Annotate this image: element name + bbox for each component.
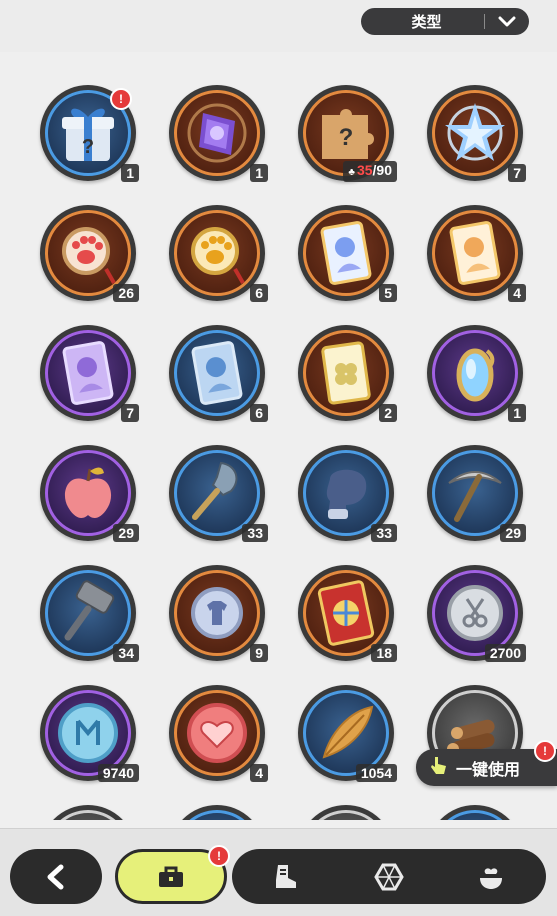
item-slot[interactable]	[169, 805, 265, 820]
item-count: 7	[121, 404, 139, 422]
item-count: 1	[508, 404, 526, 422]
item-slot[interactable]: 9740	[40, 685, 139, 782]
item-count: 1054	[355, 764, 397, 782]
quick-use-label: 一键使用	[456, 761, 521, 779]
hammer-icon	[64, 580, 115, 641]
item-count: ♣ 35/90	[343, 161, 397, 182]
rune-coin-icon	[58, 703, 118, 763]
item-count: 26	[113, 284, 139, 302]
svg-text:?: ?	[339, 124, 354, 151]
clover-ticket-icon	[321, 341, 371, 405]
chevron-down-icon	[485, 16, 529, 28]
item-count: 34	[113, 644, 139, 662]
inventory-grid: ? 1 ! 1 ? ♣ 35/90 7 26 6 5 4 7 6 2 1 29 …	[0, 52, 557, 820]
item-count: 29	[500, 524, 526, 542]
scissor-coin-icon	[447, 585, 503, 641]
item-slot[interactable]: 18	[298, 565, 397, 662]
item-slot[interactable]: 1	[169, 85, 268, 182]
heart-coin-icon	[187, 703, 247, 763]
item-slot[interactable]: 33	[298, 445, 397, 542]
item-count: 7	[508, 164, 526, 182]
item-count: 18	[371, 644, 397, 662]
item-count: 5	[379, 284, 397, 302]
tab-gems[interactable]	[356, 849, 422, 904]
item-count: 9740	[97, 764, 139, 782]
boxing-glove-icon	[326, 469, 367, 519]
character-card-icon	[191, 341, 243, 405]
item-slot[interactable]: 4	[169, 685, 268, 782]
tap-hand-icon	[428, 754, 450, 781]
item-slot[interactable]: 26	[40, 205, 139, 302]
gold-paw-charm-icon	[191, 227, 245, 284]
character-card-icon	[320, 221, 372, 285]
wheel-ticket-icon	[317, 580, 375, 646]
secondary-tabs	[232, 849, 546, 904]
rarity-ring	[298, 805, 394, 820]
new-alert-badge: !	[110, 88, 132, 110]
item-count: 33	[242, 524, 268, 542]
rarity-ring	[427, 805, 523, 820]
rarity-ring	[169, 805, 265, 820]
item-slot[interactable]: 2	[298, 325, 397, 422]
bag-icon	[159, 866, 183, 887]
top-bar: 类型	[0, 0, 557, 52]
item-count: 4	[508, 284, 526, 302]
item-slot[interactable]: 7	[40, 325, 139, 422]
pickaxe-icon	[448, 471, 502, 522]
golden-feather-icon	[322, 705, 374, 759]
item-slot[interactable]: 5	[298, 205, 397, 302]
item-slot[interactable]: 2700	[427, 565, 526, 662]
type-filter-dropdown[interactable]: 类型	[361, 8, 529, 35]
item-slot[interactable]: 7	[427, 85, 526, 182]
boots-icon	[276, 864, 296, 888]
item-slot[interactable]: 4	[427, 205, 526, 302]
item-count: 9	[250, 644, 268, 662]
back-button[interactable]	[10, 849, 102, 904]
character-card-icon	[449, 221, 501, 285]
item-slot[interactable]: 29	[427, 445, 526, 542]
item-slot[interactable]: 9	[169, 565, 268, 662]
item-slot[interactable]: 1	[427, 325, 526, 422]
item-slot[interactable]: 6	[169, 325, 268, 422]
character-card-icon	[62, 341, 114, 405]
item-slot[interactable]: 6	[169, 205, 268, 302]
rarity-ring	[40, 805, 136, 820]
item-count: 4	[250, 764, 268, 782]
food-icon	[480, 867, 502, 889]
puzzle-small-icon: ♣	[348, 167, 355, 178]
tab-equipment[interactable]	[252, 849, 318, 904]
item-slot[interactable]: 34	[40, 565, 139, 662]
crystal-relic-icon	[187, 103, 247, 163]
item-count: 1	[121, 164, 139, 182]
item-count: 6	[250, 284, 268, 302]
red-paw-charm-icon	[62, 227, 116, 284]
gem-icon	[374, 863, 404, 890]
item-count: 33	[371, 524, 397, 542]
shirt-coin-icon	[191, 587, 243, 639]
bottom-navigation: !	[0, 828, 557, 916]
item-count: 2	[379, 404, 397, 422]
item-slot[interactable]: ? ♣ 35/90	[298, 85, 397, 182]
item-slot[interactable]	[40, 805, 136, 820]
magic-mirror-icon	[456, 348, 495, 402]
shovel-icon	[192, 461, 238, 520]
type-filter-label: 类型	[411, 14, 442, 31]
item-slot[interactable]: 33	[169, 445, 268, 542]
item-count: 2700	[484, 644, 526, 662]
quick-use-alert-badge: !	[534, 740, 556, 762]
item-count: 6	[250, 404, 268, 422]
crystal-star-icon	[445, 103, 505, 161]
item-count: 29	[113, 524, 139, 542]
apple-icon	[64, 467, 112, 518]
item-count: 1	[250, 164, 268, 182]
item-slot[interactable]: 1054	[298, 685, 397, 782]
svg-text:?: ?	[82, 136, 94, 158]
item-slot[interactable]: 29	[40, 445, 139, 542]
tab-food[interactable]	[458, 849, 524, 904]
item-slot[interactable]	[427, 805, 523, 820]
bag-alert-badge: !	[208, 845, 230, 867]
chevron-left-icon	[47, 864, 64, 889]
item-slot[interactable]	[298, 805, 394, 820]
